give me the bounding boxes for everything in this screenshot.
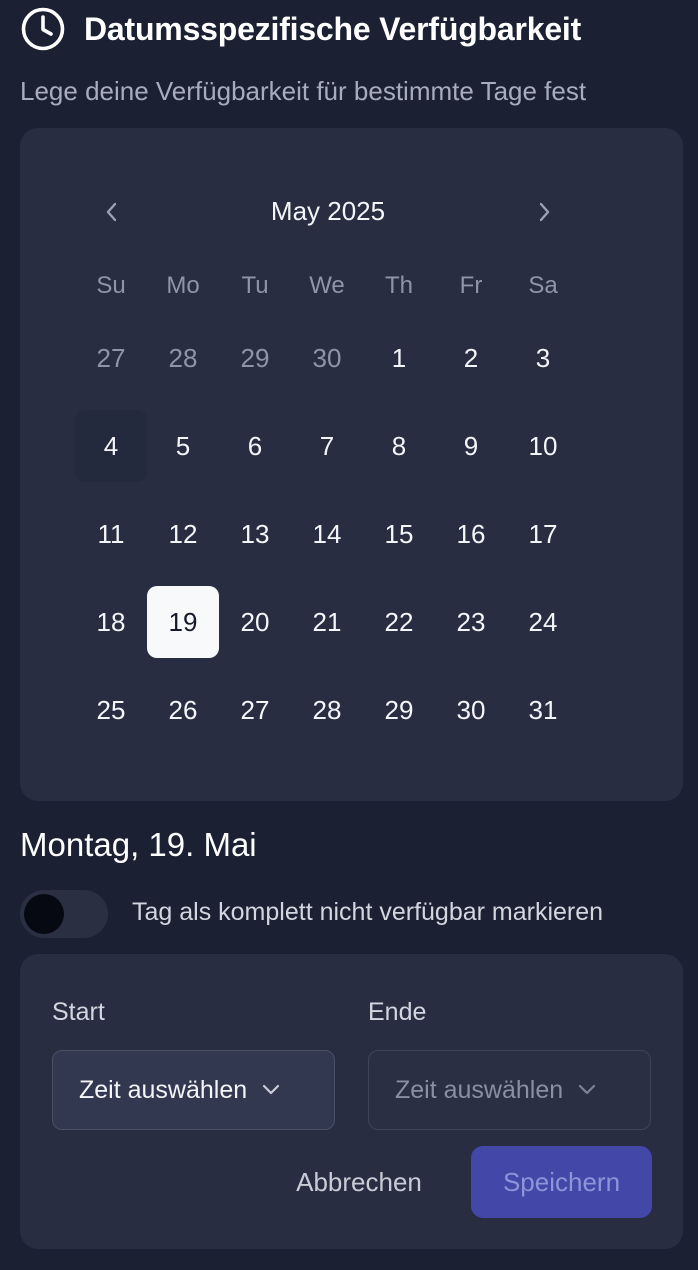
calendar-day[interactable]: 10 xyxy=(507,410,579,482)
cancel-button[interactable]: Abbrechen xyxy=(268,1146,450,1218)
start-time-select[interactable]: Zeit auswählen xyxy=(52,1050,335,1130)
calendar-day[interactable]: 6 xyxy=(219,410,291,482)
toggle-knob xyxy=(24,894,64,934)
page-subtitle: Lege deine Verfügbarkeit für bestimmte T… xyxy=(20,76,587,106)
calendar-day[interactable]: 22 xyxy=(363,586,435,658)
weekday-header: Th xyxy=(384,272,413,299)
header: Datumsspezifische Verfügbarkeit xyxy=(20,6,581,52)
calendar-day[interactable]: 29 xyxy=(219,322,291,394)
calendar-day[interactable]: 27 xyxy=(75,322,147,394)
end-label: Ende xyxy=(368,998,427,1026)
calendar-day[interactable]: 17 xyxy=(507,498,579,570)
start-time-value: Zeit auswählen xyxy=(79,1075,248,1104)
unavailable-toggle[interactable] xyxy=(20,890,108,938)
calendar-day[interactable]: 16 xyxy=(435,498,507,570)
end-time-select[interactable]: Zeit auswählen xyxy=(368,1050,651,1130)
chevron-left-icon xyxy=(106,202,117,222)
calendar-day[interactable]: 4 xyxy=(75,410,147,482)
weekday-header: Fr xyxy=(459,272,483,299)
clock-icon xyxy=(21,7,65,51)
calendar-day[interactable]: 26 xyxy=(147,674,219,746)
weekday-header: Sa xyxy=(528,272,558,299)
weekday-header: Su xyxy=(96,272,126,299)
chevron-down-icon xyxy=(263,1084,280,1095)
chevron-right-icon xyxy=(539,202,550,222)
calendar-day[interactable]: 23 xyxy=(435,586,507,658)
calendar-day[interactable]: 1 xyxy=(363,322,435,394)
calendar-day[interactable]: 21 xyxy=(291,586,363,658)
calendar-day[interactable]: 13 xyxy=(219,498,291,570)
end-time-value: Zeit auswählen xyxy=(395,1075,564,1104)
calendar-day[interactable]: 14 xyxy=(291,498,363,570)
calendar-day[interactable]: 24 xyxy=(507,586,579,658)
calendar-day[interactable]: 12 xyxy=(147,498,219,570)
calendar-day[interactable]: 8 xyxy=(363,410,435,482)
selected-date-heading: Montag, 19. Mai xyxy=(20,826,257,863)
calendar-day[interactable]: 2 xyxy=(435,322,507,394)
page-title: Datumsspezifische Verfügbarkeit xyxy=(84,10,582,47)
calendar-day[interactable]: 29 xyxy=(363,674,435,746)
calendar-day[interactable]: 30 xyxy=(435,674,507,746)
calendar-month-label: May 2025 xyxy=(270,196,386,226)
calendar-day[interactable]: 11 xyxy=(75,498,147,570)
calendar-day[interactable]: 19 xyxy=(147,586,219,658)
save-button[interactable]: Speichern xyxy=(471,1146,652,1218)
calendar-day[interactable]: 27 xyxy=(219,674,291,746)
calendar-day[interactable]: 25 xyxy=(75,674,147,746)
calendar-day[interactable]: 15 xyxy=(363,498,435,570)
weekday-header: Tu xyxy=(241,272,269,299)
calendar-day[interactable]: 28 xyxy=(291,674,363,746)
calendar-day[interactable]: 30 xyxy=(291,322,363,394)
calendar-day[interactable]: 5 xyxy=(147,410,219,482)
next-month-button[interactable] xyxy=(524,186,564,238)
weekday-header: We xyxy=(309,272,345,299)
calendar-day[interactable]: 20 xyxy=(219,586,291,658)
unavailable-toggle-label: Tag als komplett nicht verfügbar markier… xyxy=(132,898,604,926)
calendar-day[interactable]: 28 xyxy=(147,322,219,394)
previous-month-button[interactable] xyxy=(92,186,132,238)
calendar-day[interactable]: 9 xyxy=(435,410,507,482)
calendar-day[interactable]: 31 xyxy=(507,674,579,746)
chevron-down-icon xyxy=(579,1084,596,1095)
weekday-header: Mo xyxy=(166,272,200,299)
calendar-day[interactable]: 18 xyxy=(75,586,147,658)
calendar-day[interactable]: 7 xyxy=(291,410,363,482)
calendar-day[interactable]: 3 xyxy=(507,322,579,394)
start-label: Start xyxy=(52,998,105,1026)
